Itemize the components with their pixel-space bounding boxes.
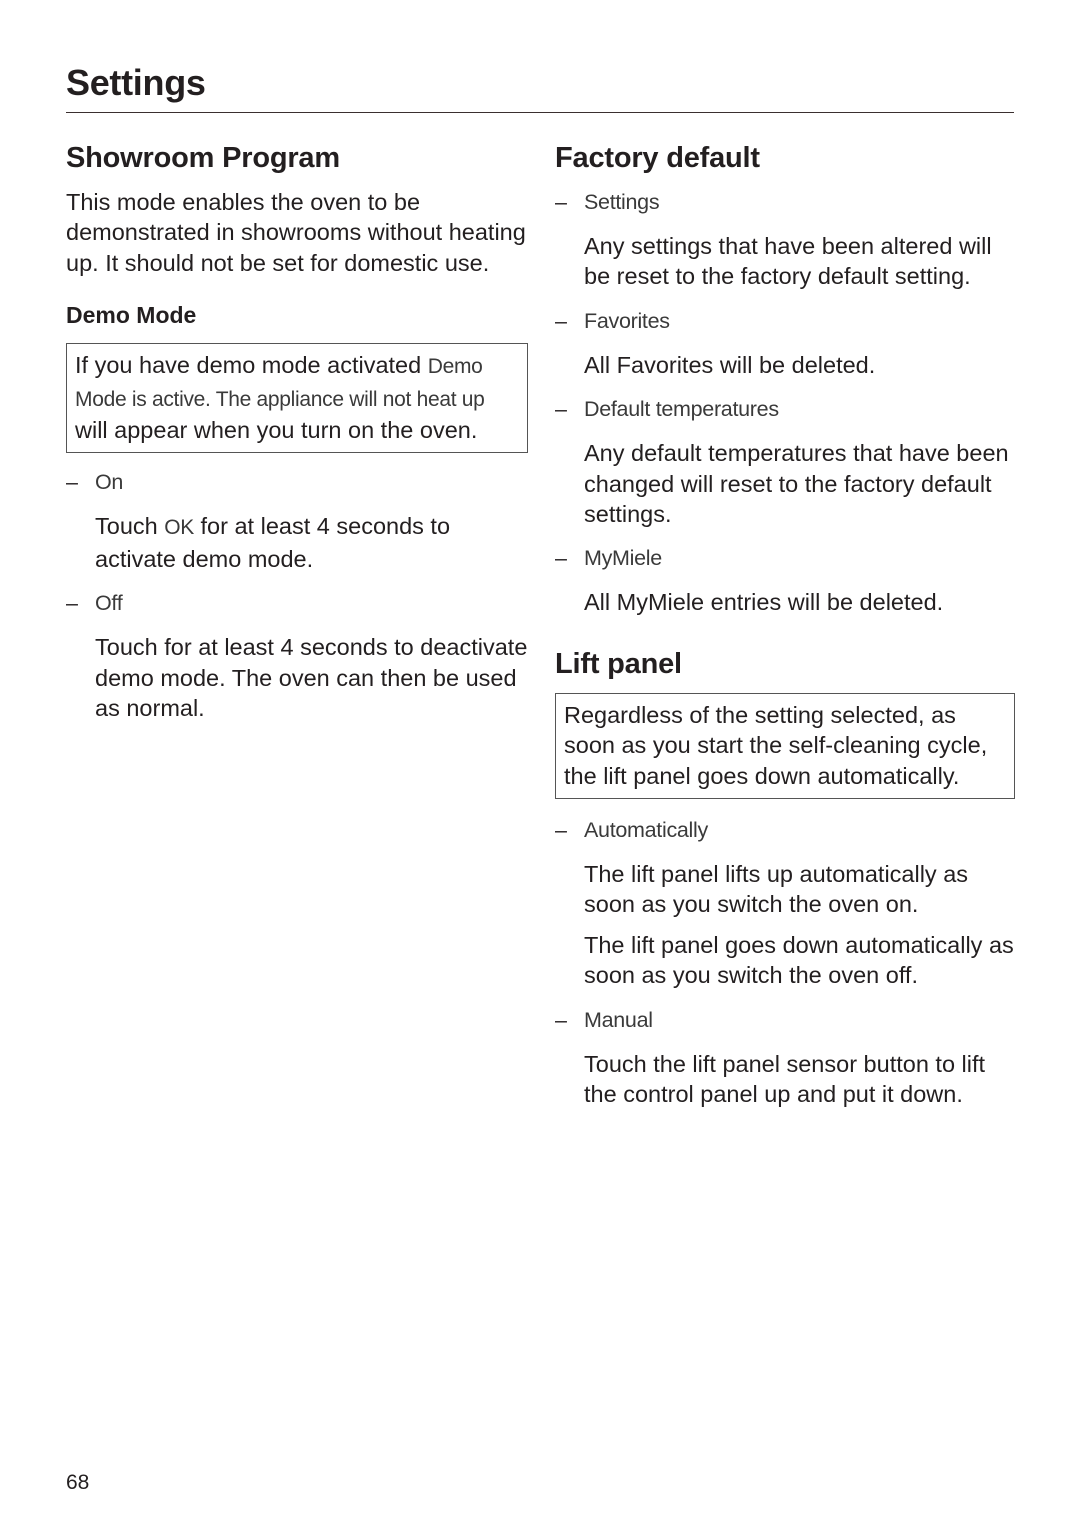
dash-bullet: – xyxy=(555,1007,567,1032)
showroom-heading: Showroom Program xyxy=(66,142,340,174)
option-label: Automatically xyxy=(584,818,708,843)
option-label: Default temperatures xyxy=(584,397,779,422)
option-label: Favorites xyxy=(584,308,670,333)
option-default-temperatures: – Default temperatures xyxy=(555,394,1015,424)
option-description: All MyMiele entries will be deleted. xyxy=(584,589,944,616)
note-suffix: will appear when you turn on the oven. xyxy=(75,417,478,444)
dash-bullet: – xyxy=(555,818,567,843)
lift-panel-note-box: Regardless of the setting selected, as s… xyxy=(555,692,1015,800)
dash-bullet: – xyxy=(555,190,567,214)
option-label: Settings xyxy=(584,190,660,214)
option-description: Touch the lift panel sensor button to li… xyxy=(584,1050,986,1108)
option-label: Manual xyxy=(584,1007,653,1032)
showroom-program-section: Showroom Program This mode enables the o… xyxy=(66,140,528,723)
option-description: The lift panel goes down automatically a… xyxy=(584,931,1014,989)
option-settings: – Settings xyxy=(555,187,1015,217)
option-description: All Favorites will be deleted. xyxy=(584,351,876,378)
option-off: – Off xyxy=(66,588,528,618)
option-on: – On xyxy=(66,467,528,497)
right-column: Factory default – Settings Any settings … xyxy=(555,140,1015,1110)
page-number: 68 xyxy=(66,1471,90,1494)
option-label: Off xyxy=(95,591,123,616)
option-description: Touch for at least 4 seconds to deactiva… xyxy=(95,634,528,722)
lift-panel-section: Lift panel Regardless of the setting sel… xyxy=(555,646,1015,1110)
option-description: The lift panel lifts up automatically as… xyxy=(584,861,969,918)
dash-bullet: – xyxy=(555,397,567,422)
ok-key-label: OK xyxy=(164,516,194,540)
dash-bullet: – xyxy=(555,546,567,571)
title-divider xyxy=(66,112,1014,113)
factory-default-section: Factory default – Settings Any settings … xyxy=(555,140,1015,618)
note-prefix: If you have demo mode activated xyxy=(75,352,428,379)
lift-panel-heading: Lift panel xyxy=(555,647,682,680)
dash-bullet: – xyxy=(555,308,567,333)
option-description: Any settings that have been altered will… xyxy=(584,233,992,290)
option-automatically: – Automatically xyxy=(555,815,1015,845)
demo-mode-subheading: Demo Mode xyxy=(66,302,197,329)
factory-default-heading: Factory default xyxy=(555,142,760,174)
option-manual: – Manual xyxy=(555,1005,1015,1035)
option-description: Any default temperatures that have been … xyxy=(584,440,1009,528)
option-description: Touch OK for at least 4 seconds to activ… xyxy=(66,511,528,574)
option-label: On xyxy=(95,470,124,495)
dash-bullet: – xyxy=(66,470,78,495)
page-title: Settings xyxy=(66,62,206,103)
option-label: MyMiele xyxy=(584,546,662,571)
demo-mode-note-box: If you have demo mode activated Demo Mod… xyxy=(66,343,528,454)
dash-bullet: – xyxy=(66,591,78,616)
option-mymiele: – MyMiele xyxy=(555,543,1015,573)
option-favorites: – Favorites xyxy=(555,306,1015,336)
showroom-intro: This mode enables the oven to be demonst… xyxy=(66,189,526,276)
desc-prefix: Touch xyxy=(95,513,165,540)
